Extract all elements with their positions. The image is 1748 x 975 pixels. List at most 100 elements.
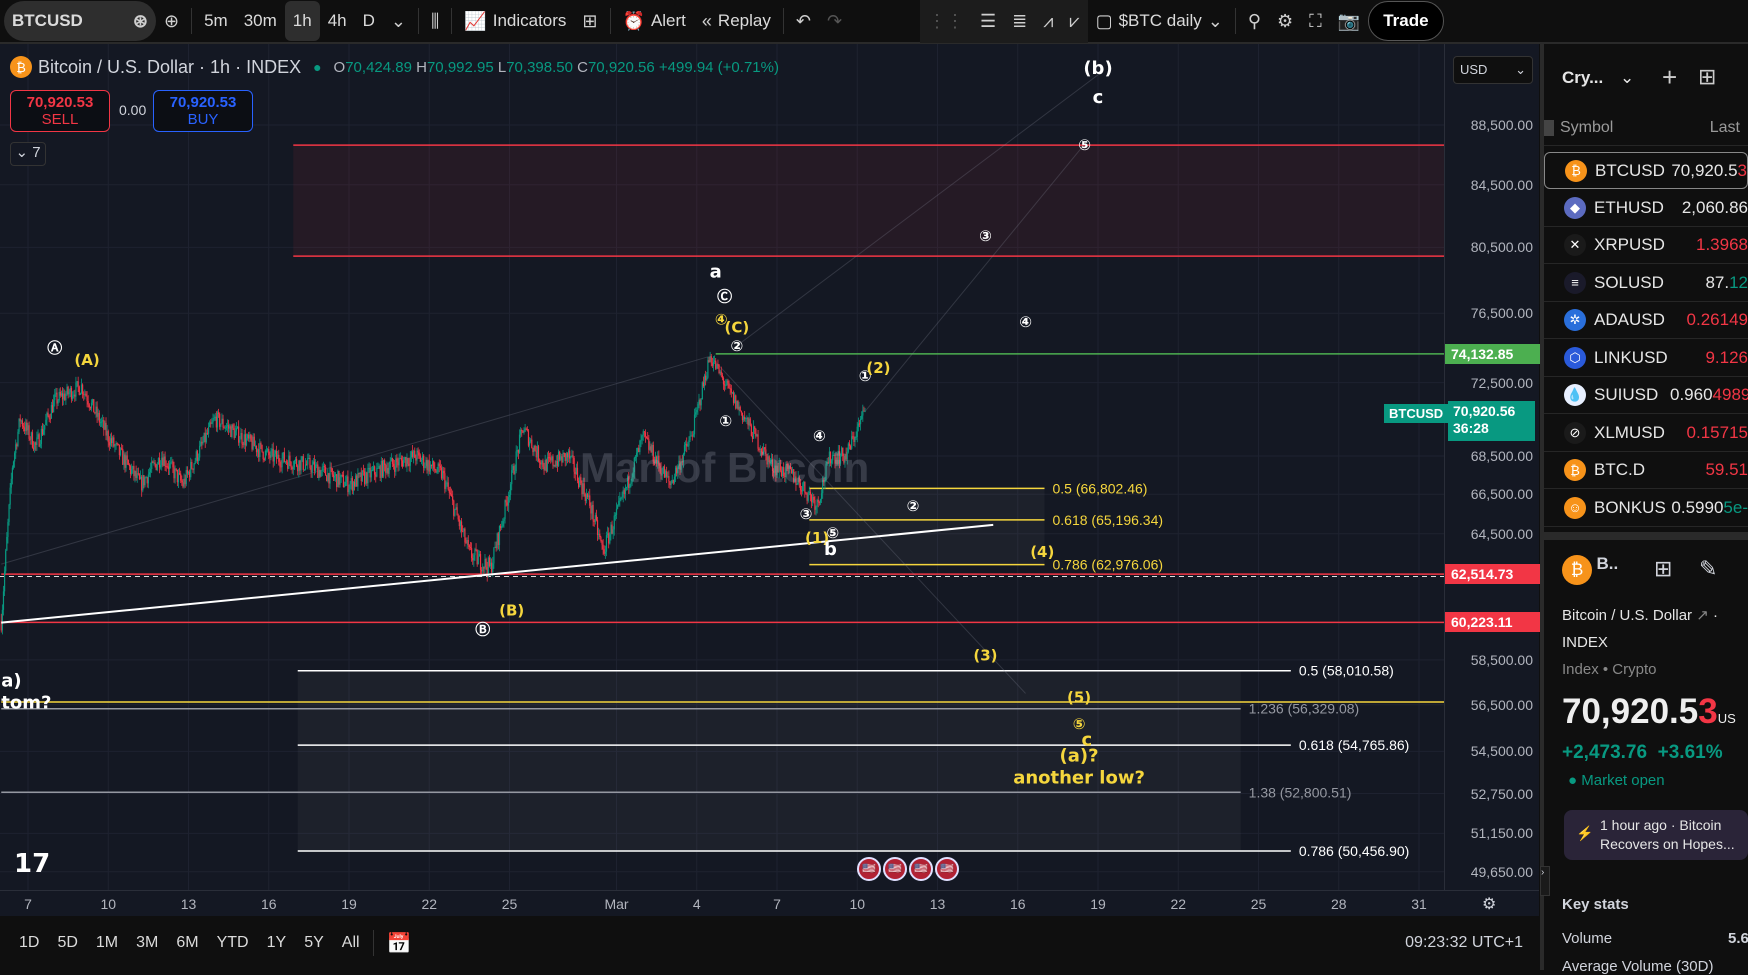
advanced-view-icon[interactable]: ⊞ <box>1698 64 1716 90</box>
interval-30m[interactable]: 30m <box>236 1 285 41</box>
range-5d[interactable]: 5D <box>48 934 86 952</box>
range-ytd[interactable]: YTD <box>208 934 258 952</box>
candle <box>190 461 192 478</box>
news-item[interactable]: ⚡ 1 hour ago · Bitcoin Recovers on Hopes..… <box>1564 810 1748 860</box>
candle <box>183 478 185 487</box>
range-all[interactable]: All <box>333 934 369 952</box>
symbol-search[interactable]: BTCUSD ⊛ <box>4 1 156 41</box>
watchlist-row[interactable]: ≡ SOLUSD 87.12 <box>1544 265 1748 302</box>
settings-icon[interactable]: ⚙ <box>1269 1 1301 41</box>
us-flag-icon[interactable]: 🇺🇸 <box>909 857 933 881</box>
edit-icon[interactable]: ✎ <box>1699 556 1717 582</box>
candle <box>561 456 563 463</box>
camera-icon[interactable]: 📷 <box>1330 1 1368 41</box>
time-axis[interactable]: 7 10 13 16 19 22 25 Mar 4 7 10 13 16 19 22 25 28 31 ⚙ <box>0 890 1539 916</box>
elliott-impulse-icon[interactable]: ⩘ <box>1035 1 1061 41</box>
buy-button[interactable]: 70,920.53 BUY <box>153 90 253 132</box>
candle <box>283 452 285 462</box>
panel-divider[interactable] <box>1544 532 1748 540</box>
alert-button[interactable]: ⏰ Alert <box>615 1 694 41</box>
interval-5m[interactable]: 5m <box>196 1 236 41</box>
range-1y[interactable]: 1Y <box>258 934 296 952</box>
flag-icon[interactable] <box>1544 120 1554 136</box>
candle <box>854 437 856 443</box>
candle <box>216 412 219 428</box>
us-flag-icon[interactable]: 🇺🇸 <box>857 857 881 881</box>
redo-icon[interactable]: ↷ <box>819 1 850 41</box>
candle <box>586 494 589 498</box>
indicators-collapse-button[interactable]: ⌄ 7 <box>10 142 46 166</box>
settings-icon[interactable]: ⚙ <box>1482 894 1496 914</box>
range-1m[interactable]: 1M <box>87 934 127 952</box>
watchlist-row[interactable]: ⊘ XLMUSD 0.15715 <box>1544 415 1748 452</box>
interval-1h[interactable]: 1h <box>284 1 320 41</box>
add-symbol-icon[interactable]: ⊕ <box>156 1 187 41</box>
range-1d[interactable]: 1D <box>10 934 48 952</box>
candle <box>357 473 359 487</box>
candle <box>419 455 421 462</box>
us-flag-icon[interactable]: 🇺🇸 <box>883 857 907 881</box>
candles-icon[interactable]: ⫼ <box>423 1 447 41</box>
calendar-icon[interactable]: 📅 <box>378 931 421 956</box>
watchlist-row[interactable]: ✕ XRPUSD 1.3968 <box>1544 227 1748 264</box>
rewind-icon: « <box>701 10 712 31</box>
elliott-correction-icon[interactable]: ⩗ <box>1061 1 1087 41</box>
quick-search-icon[interactable]: ⚲ <box>1240 1 1269 41</box>
candle <box>588 495 590 498</box>
indicators-button[interactable]: 📈 Indicators <box>456 1 574 41</box>
candle <box>289 455 291 462</box>
candle <box>816 499 818 507</box>
watchlist-row[interactable]: ◆ ETHUSD 2,060.86 <box>1544 190 1748 227</box>
range-6m[interactable]: 6M <box>167 934 207 952</box>
price-axis[interactable]: USD ⌄ 88,500.00 84,500.00 80,500.00 76,500.0… <box>1444 44 1540 890</box>
grid-icon[interactable]: ⊞ <box>1654 556 1672 582</box>
range-3m[interactable]: 3M <box>127 934 167 952</box>
economic-events[interactable]: 🇺🇸 🇺🇸 🇺🇸 🇺🇸 <box>857 857 959 881</box>
clock[interactable]: 09:23:32 UTC+1 <box>1405 934 1523 952</box>
interval-d[interactable]: D <box>355 1 383 41</box>
time-tick: 4 <box>692 896 701 912</box>
interval-4h[interactable]: 4h <box>320 1 355 41</box>
range-5y[interactable]: 5Y <box>295 934 333 952</box>
add-symbol-icon[interactable]: + <box>1662 62 1677 93</box>
details-header: ₿ B.. <box>1562 554 1618 585</box>
us-flag-icon[interactable]: 🇺🇸 <box>935 857 959 881</box>
panel-collapse-handle[interactable]: › <box>1540 866 1550 896</box>
candle <box>59 391 61 396</box>
currency-label: USD <box>1460 62 1488 77</box>
watchlist-select[interactable]: Cry... ⌄ <box>1562 68 1634 88</box>
watchlist-row[interactable]: ₿ BTC.D 59.51 <box>1544 452 1748 489</box>
wave-label: a <box>710 261 722 282</box>
watchlist-row[interactable]: ✲ ADAUSD 0.26149 <box>1544 302 1748 339</box>
candle <box>223 427 225 429</box>
fib-extension-icon[interactable]: ≣ <box>1004 1 1035 41</box>
candle <box>314 464 317 471</box>
watchlist-row[interactable]: 💧 SUIUSD 0.9604989 <box>1544 377 1748 414</box>
watchlist-symbol: SOLUSD <box>1594 272 1664 292</box>
symbol-full-name[interactable]: Bitcoin / U.S. Dollar <box>1562 607 1692 624</box>
trade-button[interactable]: Trade <box>1368 1 1444 41</box>
candle <box>700 399 702 406</box>
drag-handle-icon[interactable]: ⋮⋮ <box>920 1 972 41</box>
replay-button[interactable]: « Replay <box>694 1 779 41</box>
compare-icon[interactable]: ⊛ <box>133 11 148 32</box>
fullscreen-icon[interactable]: ⛶ <box>1301 1 1330 41</box>
external-link-icon[interactable]: ↗ <box>1696 607 1709 624</box>
candle <box>364 471 366 484</box>
undo-icon[interactable]: ↶ <box>788 1 819 41</box>
column-last[interactable]: Last <box>1710 119 1740 137</box>
currency-select[interactable]: USD ⌄ <box>1453 56 1533 84</box>
chart-title[interactable]: Bitcoin / U.S. Dollar · 1h · INDEX <box>38 57 301 78</box>
watchlist-row[interactable]: ⬡ LINKUSD 9.126 <box>1544 340 1748 377</box>
layout-button[interactable]: ▢ $BTC daily ⌄ <box>1088 1 1231 41</box>
templates-icon[interactable]: ⊞ <box>574 1 605 41</box>
column-symbol[interactable]: Symbol <box>1560 119 1613 137</box>
candle <box>563 452 565 454</box>
sell-button[interactable]: 70,920.53 SELL <box>10 90 110 132</box>
fib-retracement-icon[interactable]: ☰ <box>972 1 1004 41</box>
candle <box>404 457 406 460</box>
tradingview-logo[interactable]: 𝟭𝟳 <box>14 848 50 879</box>
watchlist-row[interactable]: ☺ BONKUS 0.59905e- <box>1544 490 1748 527</box>
watchlist-row[interactable]: ₿ BTCUSD 70,920.53 <box>1544 152 1748 189</box>
chevron-down-icon[interactable]: ⌄ <box>383 1 414 41</box>
